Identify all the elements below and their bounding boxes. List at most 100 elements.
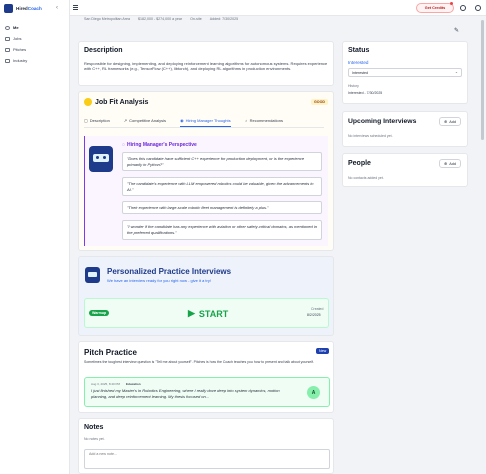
salary-text: $182,000 - $274,000 a year	[137, 17, 183, 21]
fit-badge: GOOD	[311, 99, 328, 105]
pitch-entry[interactable]: Aug 3, 2025, 8:40 PM Education I just fin…	[84, 377, 330, 407]
add-interview-button[interactable]: ⊕ Add	[439, 117, 461, 126]
pitch-card: Pitch Practice New Sometimes the toughes…	[78, 341, 334, 413]
people-card: People ⊕ Add No contacts added yet.	[342, 153, 468, 187]
status-card: Status Interested Interested ⌄ History In…	[342, 41, 468, 104]
description-title: Description	[84, 47, 123, 54]
user-circle-icon: ◉	[180, 117, 184, 123]
account-icon[interactable]	[475, 5, 481, 11]
scrollbar-thumb[interactable]	[481, 20, 484, 140]
sidebar-item-label: Pitches	[13, 47, 27, 52]
app-logo[interactable]: HiredCoach	[4, 4, 42, 13]
notes-empty: No notes yet.	[84, 437, 105, 441]
plus-icon: ⊕	[444, 162, 448, 166]
status-current: Interested	[348, 60, 369, 65]
practice-title: Personalized Practice Interviews	[107, 267, 232, 276]
job-meta: San Diego Metropolitan Area $182,000 - $…	[84, 17, 238, 21]
sidebar-item-label: Industry	[13, 58, 28, 63]
job-fit-title: Job Fit Analysis	[95, 99, 149, 106]
people-title: People	[348, 160, 371, 167]
tab-label: Hiring Manager Thoughts	[185, 117, 231, 123]
add-person-button[interactable]: ⊕ Add	[439, 159, 461, 168]
tab-hiring-manager-thoughts[interactable]: ◉ Hiring Manager Thoughts	[180, 116, 231, 127]
status-title: Status	[348, 47, 370, 54]
warmup-chip: Warmup	[89, 310, 110, 316]
building-icon	[5, 58, 10, 63]
tab-description[interactable]: ▢ Description	[84, 116, 110, 127]
workplace-text: On-site	[190, 17, 202, 21]
sidebar-item-jobs[interactable]: Jobs	[4, 33, 66, 44]
logo-icon	[4, 4, 13, 13]
created-label: Created	[311, 307, 324, 311]
top-bar: Get Credits	[70, 0, 486, 16]
pitch-grade: A	[307, 386, 320, 399]
smile-icon	[84, 98, 92, 106]
start-label: START	[198, 308, 229, 319]
perspective-title: Hiring Manager's Perspective	[126, 142, 197, 148]
added-date: Added: 7/30/2025	[209, 17, 239, 21]
user-icon	[5, 25, 10, 30]
tab-icon: ▢	[84, 118, 88, 123]
people-empty: No contacts added yet.	[348, 176, 384, 180]
notes-title: Notes	[84, 424, 104, 431]
sidebar-item-label: Jobs	[13, 36, 22, 41]
history-entry: Interested - 7/30/2025	[348, 91, 383, 95]
upcoming-empty: No interviews scheduled yet.	[348, 134, 393, 138]
status-select[interactable]: Interested ⌄	[348, 68, 462, 77]
quote-card: "I wonder if the candidate has any exper…	[122, 220, 322, 240]
brand-name: Hired	[16, 6, 28, 11]
tab-label: Competitive Analysis	[129, 118, 167, 123]
upcoming-title: Upcoming Interviews	[348, 118, 417, 125]
pitch-tag: Education	[126, 382, 141, 386]
add-label: Add	[449, 119, 456, 124]
quote-card: "Their experience with large-scale robot…	[122, 201, 322, 214]
tab-recommendations[interactable]: ♁ Recommendations	[245, 116, 283, 127]
tab-label: Recommendations	[249, 118, 283, 123]
quote-card: "Does this candidate have sufficient C++…	[122, 152, 322, 171]
sidebar-item-industry[interactable]: Industry	[4, 55, 66, 66]
settings-icon[interactable]	[460, 5, 466, 11]
edit-icon[interactable]: ✎	[454, 27, 459, 34]
job-fit-tabs: ▢ Description ↗ Competitive Analysis ◉ Hiri…	[84, 116, 324, 128]
robot-avatar-icon	[89, 146, 113, 172]
start-button[interactable]: ▶ START	[188, 308, 228, 319]
description-card: Description Responsible for designing, i…	[78, 41, 334, 86]
plus-icon: ⊕	[444, 120, 448, 124]
tab-label: Description	[89, 118, 110, 123]
notification-dot	[450, 2, 453, 5]
practice-card: Personalized Practice Interviews We have…	[78, 256, 334, 336]
tab-competitive-analysis[interactable]: ↗ Competitive Analysis	[124, 116, 166, 127]
description-text: Responsible for designing, implementing,…	[84, 61, 328, 72]
location-text: San Diego Metropolitan Area	[84, 17, 130, 21]
quote-card: "The candidate's experience with LLM emp…	[122, 177, 322, 196]
sidebar-item-label: Me	[13, 25, 19, 30]
sidebar: HiredCoach ‹ Me Jobs Pitches Industry	[0, 0, 70, 474]
pitch-intro: Sometimes the toughest interview questio…	[84, 360, 314, 364]
new-pitch-button[interactable]: New	[316, 348, 330, 354]
brand-name-accent: Coach	[27, 6, 42, 11]
add-label: Add	[449, 161, 456, 166]
chat-bubble-icon: ◌	[122, 142, 125, 148]
sidebar-item-pitches[interactable]: Pitches	[4, 44, 66, 55]
pitch-title: Pitch Practice	[84, 348, 137, 357]
notes-card: Notes No notes yet.	[78, 418, 334, 474]
practice-session[interactable]: Warmup ▶ START Created 8/2/2025	[84, 298, 329, 328]
note-input[interactable]	[84, 449, 330, 469]
chevron-down-icon: ⌄	[454, 70, 458, 74]
created-date: 8/2/2025	[307, 313, 321, 317]
get-credits-button[interactable]: Get Credits	[416, 3, 454, 13]
sidebar-item-me[interactable]: Me	[4, 22, 66, 33]
status-select-value: Interested	[352, 71, 368, 75]
collapse-sidebar-icon[interactable]: ‹	[56, 5, 58, 11]
sidebar-nav: Me Jobs Pitches Industry	[4, 22, 66, 66]
briefcase-icon	[5, 36, 10, 41]
perspective-heading: ◌ Hiring Manager's Perspective	[122, 142, 197, 148]
upcoming-card: Upcoming Interviews ⊕ Add No interviews s…	[342, 111, 468, 147]
menu-icon[interactable]	[73, 5, 78, 10]
history-label: History	[348, 84, 359, 88]
presentation-icon	[5, 47, 10, 52]
pitch-text: I just finished my Master's in Robotics …	[91, 388, 280, 399]
robot-avatar-icon	[85, 267, 100, 283]
pitch-date: Aug 3, 2025, 8:40 PM	[91, 382, 121, 386]
practice-subtitle: We have an interview ready for you right…	[107, 278, 211, 283]
